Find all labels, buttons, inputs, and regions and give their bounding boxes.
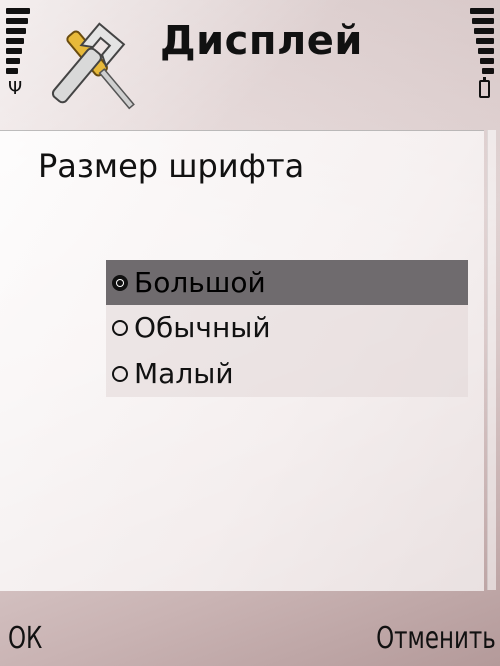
option-label: Большой [134,265,266,299]
option-large[interactable]: Большой [106,260,468,305]
status-title-bar: Ψ Дисплей [0,0,500,125]
battery-icon [479,77,490,98]
font-size-options: Большой Обычный Малый [106,260,468,397]
radio-empty-icon [112,320,128,336]
radio-empty-icon [112,366,128,382]
ok-softkey[interactable]: ОК [8,621,42,656]
radio-selected-icon [112,274,128,291]
scrollbar[interactable] [487,130,496,590]
antenna-icon: Ψ [8,78,23,99]
cancel-softkey[interactable]: Отменить [376,621,496,656]
softkey-bar: ОК Отменить [0,590,500,666]
battery-level-indicator [470,8,494,78]
option-label: Малый [134,357,234,390]
option-small[interactable]: Малый [106,351,468,397]
wrench-settings-icon [44,12,140,116]
page-title: Дисплей [160,18,363,64]
option-label: Обычный [134,311,271,344]
signal-strength-indicator [6,8,30,78]
option-normal[interactable]: Обычный [106,305,468,351]
setting-title: Размер шрифта [38,147,305,185]
